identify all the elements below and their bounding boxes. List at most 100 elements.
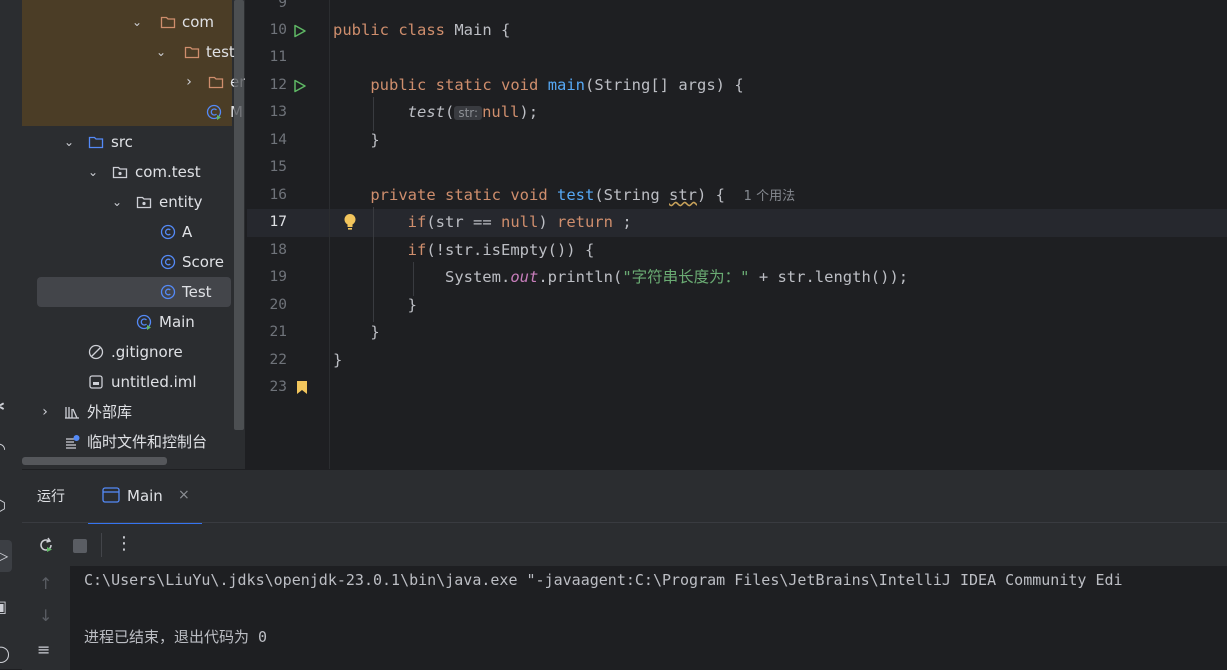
tree-item-label: src	[111, 133, 133, 151]
run-tab-main[interactable]: Main ×	[88, 470, 202, 524]
tree-item-main[interactable]: Main	[136, 307, 226, 337]
tree-vertical-scrollbar[interactable]	[234, 0, 244, 430]
run-tool-icon[interactable]: ▷	[0, 540, 12, 572]
usage-hint[interactable]: 1 个用法	[744, 189, 795, 204]
folder-icon	[160, 16, 176, 29]
line-number: 10	[269, 22, 287, 38]
code-line-10: public class Main {	[333, 21, 511, 39]
tree-item-score[interactable]: Score	[160, 247, 240, 277]
class-main-icon	[136, 314, 152, 330]
tree-item-untitled-iml[interactable]: untitled.iml	[88, 367, 228, 397]
profiler-icon[interactable]: ◠	[0, 440, 10, 458]
chevron-down-icon[interactable]: ⌄	[130, 7, 144, 37]
tree-item-external-libraries[interactable]: › 外部库	[38, 397, 218, 427]
module-file-icon	[89, 375, 103, 389]
run-panel-title: 运行	[37, 489, 65, 505]
line-number: 19	[269, 269, 287, 285]
code-line-17: if(str == null) return ;	[407, 213, 632, 231]
package-icon	[136, 196, 152, 209]
toolbar-divider	[101, 533, 102, 557]
tree-horizontal-scrollbar[interactable]	[22, 457, 167, 465]
tree-item-a[interactable]: A	[160, 217, 230, 247]
tree-item-test[interactable]: ⌄ test	[154, 37, 244, 67]
tree-item-src[interactable]: ⌄ src	[62, 127, 212, 157]
chevron-down-icon[interactable]: ⌄	[110, 187, 124, 217]
tree-item-label: untitled.iml	[111, 373, 197, 391]
ignore-file-icon	[88, 344, 104, 360]
tree-item-scratches[interactable]: 临时文件和控制台	[64, 427, 234, 457]
debug-icon[interactable]: ✲	[0, 398, 10, 416]
chevron-down-icon[interactable]: ⌄	[154, 37, 168, 67]
close-icon[interactable]: ×	[178, 487, 190, 503]
tree-item-label: Test	[182, 283, 212, 301]
line-number: 13	[269, 104, 287, 120]
tree-item-com-test[interactable]: ⌄ com.test	[86, 157, 236, 187]
run-main-icon[interactable]	[293, 79, 307, 93]
line-number: 20	[269, 297, 287, 313]
terminal-icon[interactable]: ▣	[0, 598, 10, 616]
tree-item-label: com.test	[135, 163, 201, 181]
soft-wrap-icon[interactable]: ≡	[37, 640, 50, 659]
stop-icon[interactable]	[73, 539, 87, 553]
code-line-12: public static void main(String[] args) {	[370, 76, 744, 94]
chevron-down-icon[interactable]: ⌄	[62, 127, 76, 157]
source-folder-icon	[88, 136, 104, 149]
code-line-21: }	[370, 323, 380, 341]
tree-item-label: 临时文件和控制台	[87, 433, 208, 451]
tree-item-label: Main	[159, 313, 195, 331]
tool-window-strip: ✲ ◠ ⬡ ▷ ▣ ◯	[0, 0, 22, 669]
line-number: 12	[269, 77, 287, 93]
code-line-16: private static void test(String str) { 1…	[370, 186, 796, 204]
package-icon	[112, 166, 128, 179]
tree-item-label: .gitignore	[111, 343, 183, 361]
parameter-hint: str:	[454, 106, 483, 120]
line-number: 9	[278, 0, 287, 11]
code-editor[interactable]: 9 10 11 12 13 14 15 16 17 18 19 20 21 22…	[247, 0, 1227, 469]
run-class-icon[interactable]	[293, 24, 307, 38]
code-line-19: System.out.println("字符串长度为：" + str.lengt…	[444, 268, 909, 286]
chevron-right-icon[interactable]: ›	[38, 397, 52, 427]
code-line-14: }	[370, 131, 380, 149]
folder-icon	[208, 76, 224, 89]
tree-item-gitignore[interactable]: .gitignore	[88, 337, 218, 367]
folder-icon	[184, 46, 200, 59]
tree-item-label: entity	[159, 193, 203, 211]
tree-item-test-class[interactable]: Test	[37, 277, 231, 307]
chevron-down-icon[interactable]: ⌄	[86, 157, 100, 187]
scratches-icon	[66, 435, 80, 449]
code-line-20: }	[407, 296, 417, 314]
tree-item-label: Score	[182, 253, 225, 271]
console-line: C:\Users\LiuYu\.jdks\openjdk-23.0.1\bin\…	[84, 571, 1123, 589]
run-tool-window: 运行 Main × ⋮ ↑ ↓ ≡ C:\Users\LiuYu\.jdks\o…	[22, 469, 1227, 670]
chevron-right-icon[interactable]: ›	[182, 67, 196, 97]
line-number: 23	[269, 379, 287, 395]
code-line-18: if(!str.isEmpty()) {	[407, 241, 595, 259]
tree-item-entity[interactable]: ⌄ entity	[110, 187, 230, 217]
problems-icon[interactable]: ◯	[0, 645, 10, 663]
class-main-icon	[206, 104, 222, 120]
more-options-icon[interactable]: ⋮	[115, 533, 133, 555]
services-icon[interactable]: ⬡	[0, 497, 10, 515]
tree-item-label: test	[206, 43, 235, 61]
line-number: 14	[269, 132, 287, 148]
line-number: 18	[269, 242, 287, 258]
rerun-icon[interactable]	[37, 536, 55, 554]
code-line-13: test(str: null);	[407, 103, 539, 121]
run-tab-label: Main	[127, 487, 163, 505]
console-tab-icon	[102, 487, 120, 503]
bookmark-icon[interactable]	[296, 380, 308, 395]
arrow-up-icon[interactable]: ↑	[39, 574, 52, 593]
line-number-current: 17	[269, 214, 287, 230]
tree-item-com[interactable]: ⌄ com	[130, 7, 240, 37]
project-tree: ⌄ com ⌄ test › en M ⌄ src ⌄ com.test ⌄ e…	[22, 0, 245, 469]
class-icon	[160, 224, 176, 240]
line-number: 11	[269, 49, 287, 65]
library-icon	[65, 407, 79, 419]
code-line-22: }	[333, 351, 343, 369]
arrow-down-icon[interactable]: ↓	[39, 606, 52, 625]
console-output[interactable]: C:\Users\LiuYu\.jdks\openjdk-23.0.1\bin\…	[70, 566, 1227, 670]
line-number: 15	[269, 159, 287, 175]
tree-item-label: A	[182, 223, 193, 241]
console-line: 进程已结束，退出代码为 0	[84, 628, 268, 646]
gutter-separator	[329, 0, 330, 469]
